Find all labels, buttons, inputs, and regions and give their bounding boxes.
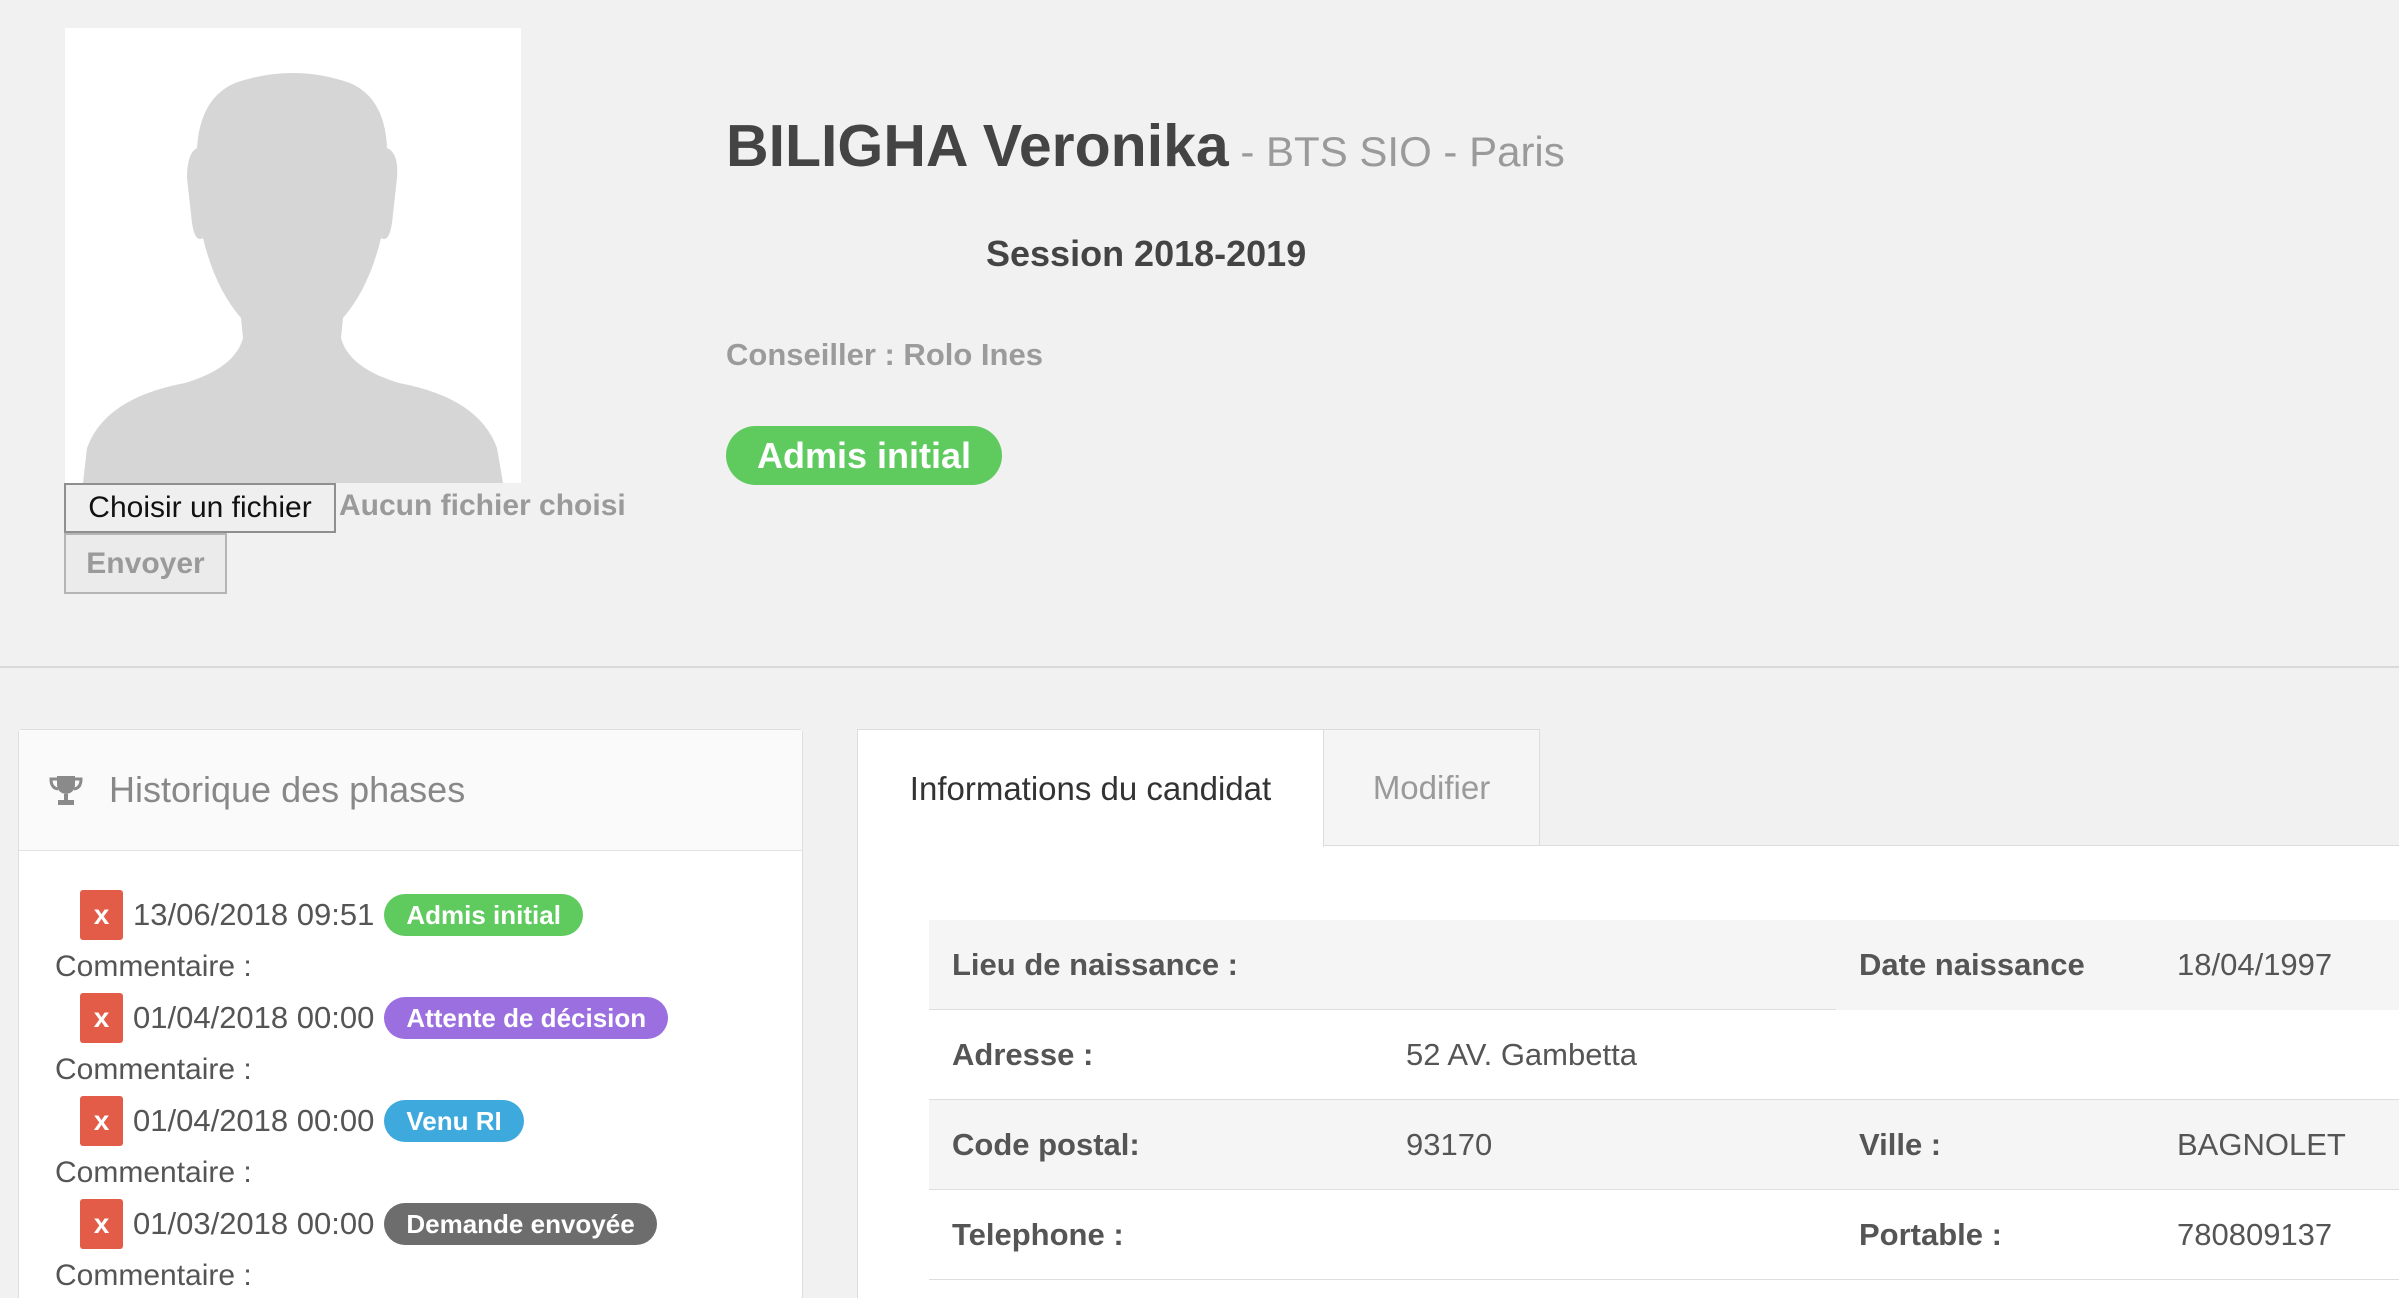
- tab-edit[interactable]: Modifier: [1323, 729, 1540, 846]
- comment-label: Commentaire :: [55, 1156, 252, 1189]
- remove-phase-button[interactable]: x: [80, 890, 123, 940]
- phase-history-title: Historique des phases: [109, 769, 466, 810]
- trophy-icon: [49, 776, 83, 805]
- comment-label: Commentaire :: [55, 1053, 252, 1086]
- tabs-underline: [1540, 845, 2399, 846]
- birthdate-value: 18/04/1997: [2177, 947, 2333, 982]
- phase-date: 01/04/2018 00:00: [133, 1103, 375, 1138]
- birthplace-label: Lieu de naissance :: [952, 947, 1238, 982]
- phase-history-header: Historique des phases: [19, 730, 802, 851]
- tab-candidate-info[interactable]: Informations du candidat: [857, 729, 1324, 847]
- comment-label: Commentaire :: [55, 1259, 252, 1292]
- avatar-silhouette-icon: [65, 28, 521, 483]
- choose-file-button[interactable]: Choisir un fichier: [64, 483, 336, 533]
- send-button[interactable]: Envoyer: [64, 533, 227, 594]
- phase-badge: Venu RI: [384, 1100, 524, 1142]
- info-row-phone: Telephone : Portable : 780809137: [929, 1190, 2399, 1280]
- advisor-label: Conseiller : Rolo Ines: [726, 337, 1043, 372]
- remove-phase-button[interactable]: x: [80, 1096, 123, 1146]
- phone-label: Telephone :: [952, 1217, 1124, 1252]
- postcode-value: 93170: [1406, 1127, 1493, 1162]
- header-divider: [0, 666, 2399, 668]
- history-entry: x 01/03/2018 00:00 Demande envoyée: [60, 1199, 657, 1249]
- history-entry: x 13/06/2018 09:51 Admis initial: [60, 890, 583, 940]
- phase-badge: Demande envoyée: [384, 1203, 657, 1245]
- row-divider: [929, 1279, 2399, 1280]
- phase-date: 13/06/2018 09:51: [133, 897, 375, 932]
- candidate-heading: BILIGHA Veronika - BTS SIO - Paris: [726, 112, 1565, 180]
- session-label: Session 2018-2019: [986, 233, 1307, 274]
- mobile-value: 780809137: [2177, 1217, 2333, 1252]
- profile-photo: [65, 28, 521, 483]
- address-value: 52 AV. Gambetta: [1406, 1037, 1637, 1072]
- candidate-program: - BTS SIO - Paris: [1228, 128, 1565, 175]
- city-label: Ville :: [1859, 1127, 1942, 1162]
- comment-label: Commentaire :: [55, 950, 252, 983]
- address-label: Adresse :: [952, 1037, 1094, 1072]
- candidate-name: BILIGHA Veronika: [726, 113, 1229, 179]
- phase-date: 01/04/2018 00:00: [133, 1000, 375, 1035]
- phase-date: 01/03/2018 00:00: [133, 1206, 375, 1241]
- phase-badge: Attente de décision: [384, 997, 669, 1039]
- remove-phase-button[interactable]: x: [80, 1199, 123, 1249]
- phase-badge: Admis initial: [384, 894, 583, 936]
- info-row-address: Adresse : 52 AV. Gambetta: [929, 1010, 2399, 1100]
- info-row-postcode: Code postal: 93170 Ville : BAGNOLET: [929, 1100, 2399, 1190]
- mobile-label: Portable :: [1859, 1217, 2002, 1252]
- postcode-label: Code postal:: [952, 1127, 1140, 1162]
- status-badge: Admis initial: [726, 426, 1002, 485]
- city-value: BAGNOLET: [2177, 1127, 2346, 1162]
- birthdate-label: Date naissance: [1859, 947, 2085, 982]
- info-row-birth: Lieu de naissance : Date naissance 18/04…: [929, 920, 2399, 1010]
- remove-phase-button[interactable]: x: [80, 993, 123, 1043]
- file-status-text: Aucun fichier choisi: [339, 489, 626, 522]
- history-entry: x 01/04/2018 00:00 Attente de décision: [60, 993, 669, 1043]
- history-entry: x 01/04/2018 00:00 Venu RI: [60, 1096, 524, 1146]
